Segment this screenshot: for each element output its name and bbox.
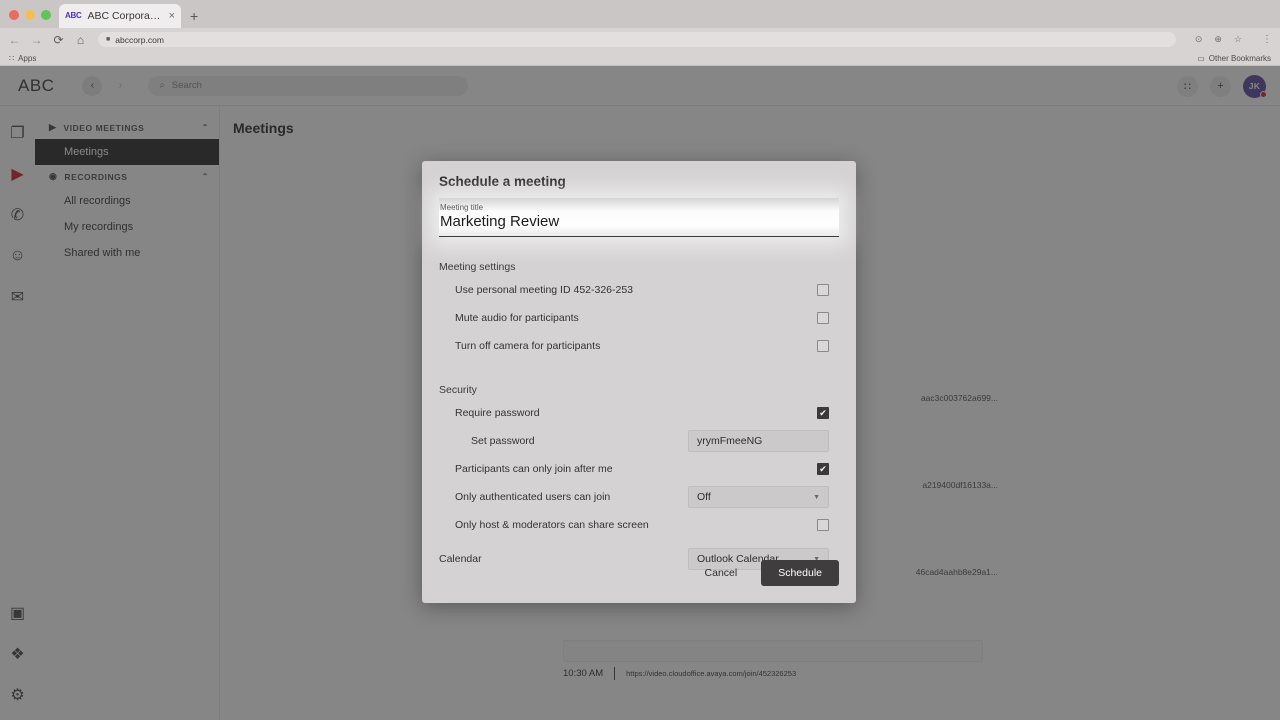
dialog-actions: Cancel Schedule (695, 560, 839, 586)
option-share-screen[interactable]: Only host & moderators can share screen (439, 511, 839, 539)
maximize-window-icon[interactable] (41, 10, 51, 20)
option-join-after-me[interactable]: Participants can only join after me ✔ (439, 455, 839, 483)
meeting-title-field[interactable]: Meeting title Marketing Review (439, 198, 839, 237)
require-password-checkbox[interactable]: ✔ (817, 407, 829, 419)
apps-label: Apps (18, 54, 37, 63)
share-screen-checkbox[interactable] (817, 519, 829, 531)
close-tab-icon[interactable]: × (169, 10, 175, 22)
browser-tab[interactable]: ABC ABC Corporation × (59, 4, 181, 28)
meeting-title-label: Meeting title (440, 203, 484, 212)
apps-grid-icon: ∷ (9, 54, 15, 63)
address-bar[interactable]: ■ abccorp.com (98, 32, 1176, 47)
option-personal-meeting-id[interactable]: Use personal meeting ID 452-326-253 (439, 276, 839, 304)
bookmark-star-icon[interactable]: ☆ (1234, 34, 1242, 45)
chevron-down-icon: ▼ (813, 493, 820, 501)
section-meeting-settings: Meeting settings (439, 261, 516, 273)
share-icon[interactable]: ⊙ (1195, 34, 1203, 45)
option-label: Turn off camera for participants (455, 340, 601, 352)
option-label: Only authenticated users can join (455, 491, 611, 503)
tab-favicon-icon: ABC (65, 11, 82, 20)
browser-toolbar: ← → ⟳ ⌂ ■ abccorp.com ⊙ ⊕ ☆ ⋮ (0, 28, 1280, 51)
option-label: Participants can only join after me (455, 463, 613, 475)
close-window-icon[interactable] (9, 10, 19, 20)
lock-icon: ■ (106, 36, 111, 43)
set-password-input[interactable]: yrymFmeeNG (688, 430, 829, 452)
tab-title: ABC Corporation (87, 10, 163, 22)
option-turn-off-camera[interactable]: Turn off camera for participants (439, 332, 839, 360)
new-tab-icon[interactable]: + (190, 8, 198, 24)
turn-off-camera-checkbox[interactable] (817, 340, 829, 352)
folder-icon: ▭ (1197, 54, 1205, 63)
browser-chrome: ABC ABC Corporation × + ← → ⟳ ⌂ ■ abccor… (0, 0, 1280, 66)
option-label: Require password (455, 407, 540, 419)
join-after-me-checkbox[interactable]: ✔ (817, 463, 829, 475)
authenticated-users-select[interactable]: Off ▼ (688, 486, 829, 508)
calendar-label: Calendar (439, 553, 482, 565)
option-label: Use personal meeting ID 452-326-253 (455, 284, 634, 296)
minimize-window-icon[interactable] (25, 10, 35, 20)
dialog-title: Schedule a meeting (439, 174, 566, 189)
browser-menu-icon[interactable]: ⋮ (1251, 34, 1272, 45)
personal-meeting-id-checkbox[interactable] (817, 284, 829, 296)
option-mute-audio[interactable]: Mute audio for participants (439, 304, 839, 332)
omnibox-actions: ⊙ ⊕ ☆ (1185, 34, 1242, 45)
browser-forward-icon[interactable]: → (30, 34, 43, 46)
other-bookmarks[interactable]: ▭ Other Bookmarks (1197, 54, 1271, 63)
zoom-icon[interactable]: ⊕ (1214, 34, 1222, 45)
option-authenticated-users: Only authenticated users can join Off ▼ (439, 483, 839, 511)
option-label: Mute audio for participants (455, 312, 579, 324)
other-bookmarks-label: Other Bookmarks (1208, 54, 1271, 63)
schedule-button[interactable]: Schedule (761, 560, 839, 586)
option-label: Only host & moderators can share screen (455, 519, 649, 531)
browser-reload-icon[interactable]: ⟳ (52, 34, 65, 46)
window-traffic-lights[interactable] (0, 10, 59, 28)
screen: ABC ABC Corporation × + ← → ⟳ ⌂ ■ abccor… (0, 0, 1280, 720)
meeting-title-input[interactable]: Marketing Review (439, 213, 839, 230)
row-set-password: Set password yrymFmeeNG (439, 427, 839, 455)
authenticated-users-value: Off (697, 491, 711, 503)
address-bar-url: abccorp.com (115, 34, 164, 45)
cancel-button[interactable]: Cancel (695, 561, 748, 585)
schedule-meeting-dialog: Schedule a meeting Meeting title Marketi… (422, 161, 856, 603)
browser-home-icon[interactable]: ⌂ (74, 34, 87, 46)
option-require-password[interactable]: Require password ✔ (439, 399, 839, 427)
bookmark-apps[interactable]: ∷ Apps (9, 54, 36, 63)
bookmarks-bar: ∷ Apps ▭ Other Bookmarks (0, 51, 1280, 66)
browser-back-icon[interactable]: ← (8, 34, 21, 46)
mute-audio-checkbox[interactable] (817, 312, 829, 324)
section-security: Security (439, 384, 477, 396)
browser-tabstrip: ABC ABC Corporation × + (0, 0, 1280, 28)
set-password-label: Set password (471, 435, 535, 447)
